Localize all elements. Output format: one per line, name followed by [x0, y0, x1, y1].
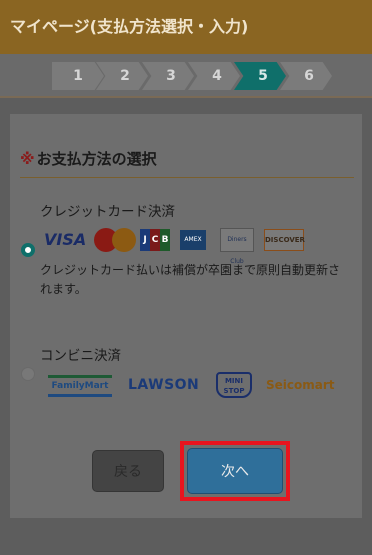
required-mark: ※: [20, 150, 35, 168]
page-title: マイページ(支払方法選択・入力): [10, 17, 249, 36]
section-title-text: お支払方法の選択: [36, 150, 157, 168]
convenience-store-radio[interactable]: [21, 367, 35, 381]
back-button[interactable]: 戻る: [92, 450, 164, 492]
step-progress: 1 2 3 4 5 6: [0, 54, 372, 98]
credit-card-label[interactable]: クレジットカード決済: [40, 200, 175, 220]
seicomart-logo: Seicomart: [266, 378, 335, 392]
payment-panel: ※ お支払方法の選択 クレジットカード決済 VISA J C B AMEX Din…: [10, 114, 362, 518]
step-1: 1: [52, 62, 104, 90]
discover-logo: DISCOVER: [264, 229, 305, 251]
jcb-logo: J C B: [140, 229, 170, 251]
step-4: 4: [188, 62, 240, 90]
section-divider: [20, 177, 354, 178]
diners-club-logo: Diners Club: [220, 228, 254, 265]
convenience-store-label[interactable]: コンビニ決済: [40, 344, 121, 364]
step-5-current: 5: [234, 62, 286, 90]
step-3: 3: [142, 62, 194, 90]
mastercard-logo: [94, 227, 136, 253]
amex-logo: AMEX: [180, 230, 206, 250]
credit-card-radio[interactable]: [21, 243, 35, 257]
next-button[interactable]: 次へ: [187, 448, 283, 494]
credit-card-description: クレジットカード払いは補償が卒園まで原則自動更新されます。: [40, 263, 341, 296]
step-6: 6: [280, 62, 332, 90]
familymart-logo: FamilyMart: [48, 375, 112, 397]
lawson-logo: LAWSON: [128, 377, 200, 393]
ministop-logo: MINI STOP: [216, 372, 252, 398]
section-title: ※ お支払方法の選択: [20, 148, 157, 169]
page-header: マイページ(支払方法選択・入力): [0, 0, 372, 54]
visa-logo: VISA: [44, 230, 87, 249]
